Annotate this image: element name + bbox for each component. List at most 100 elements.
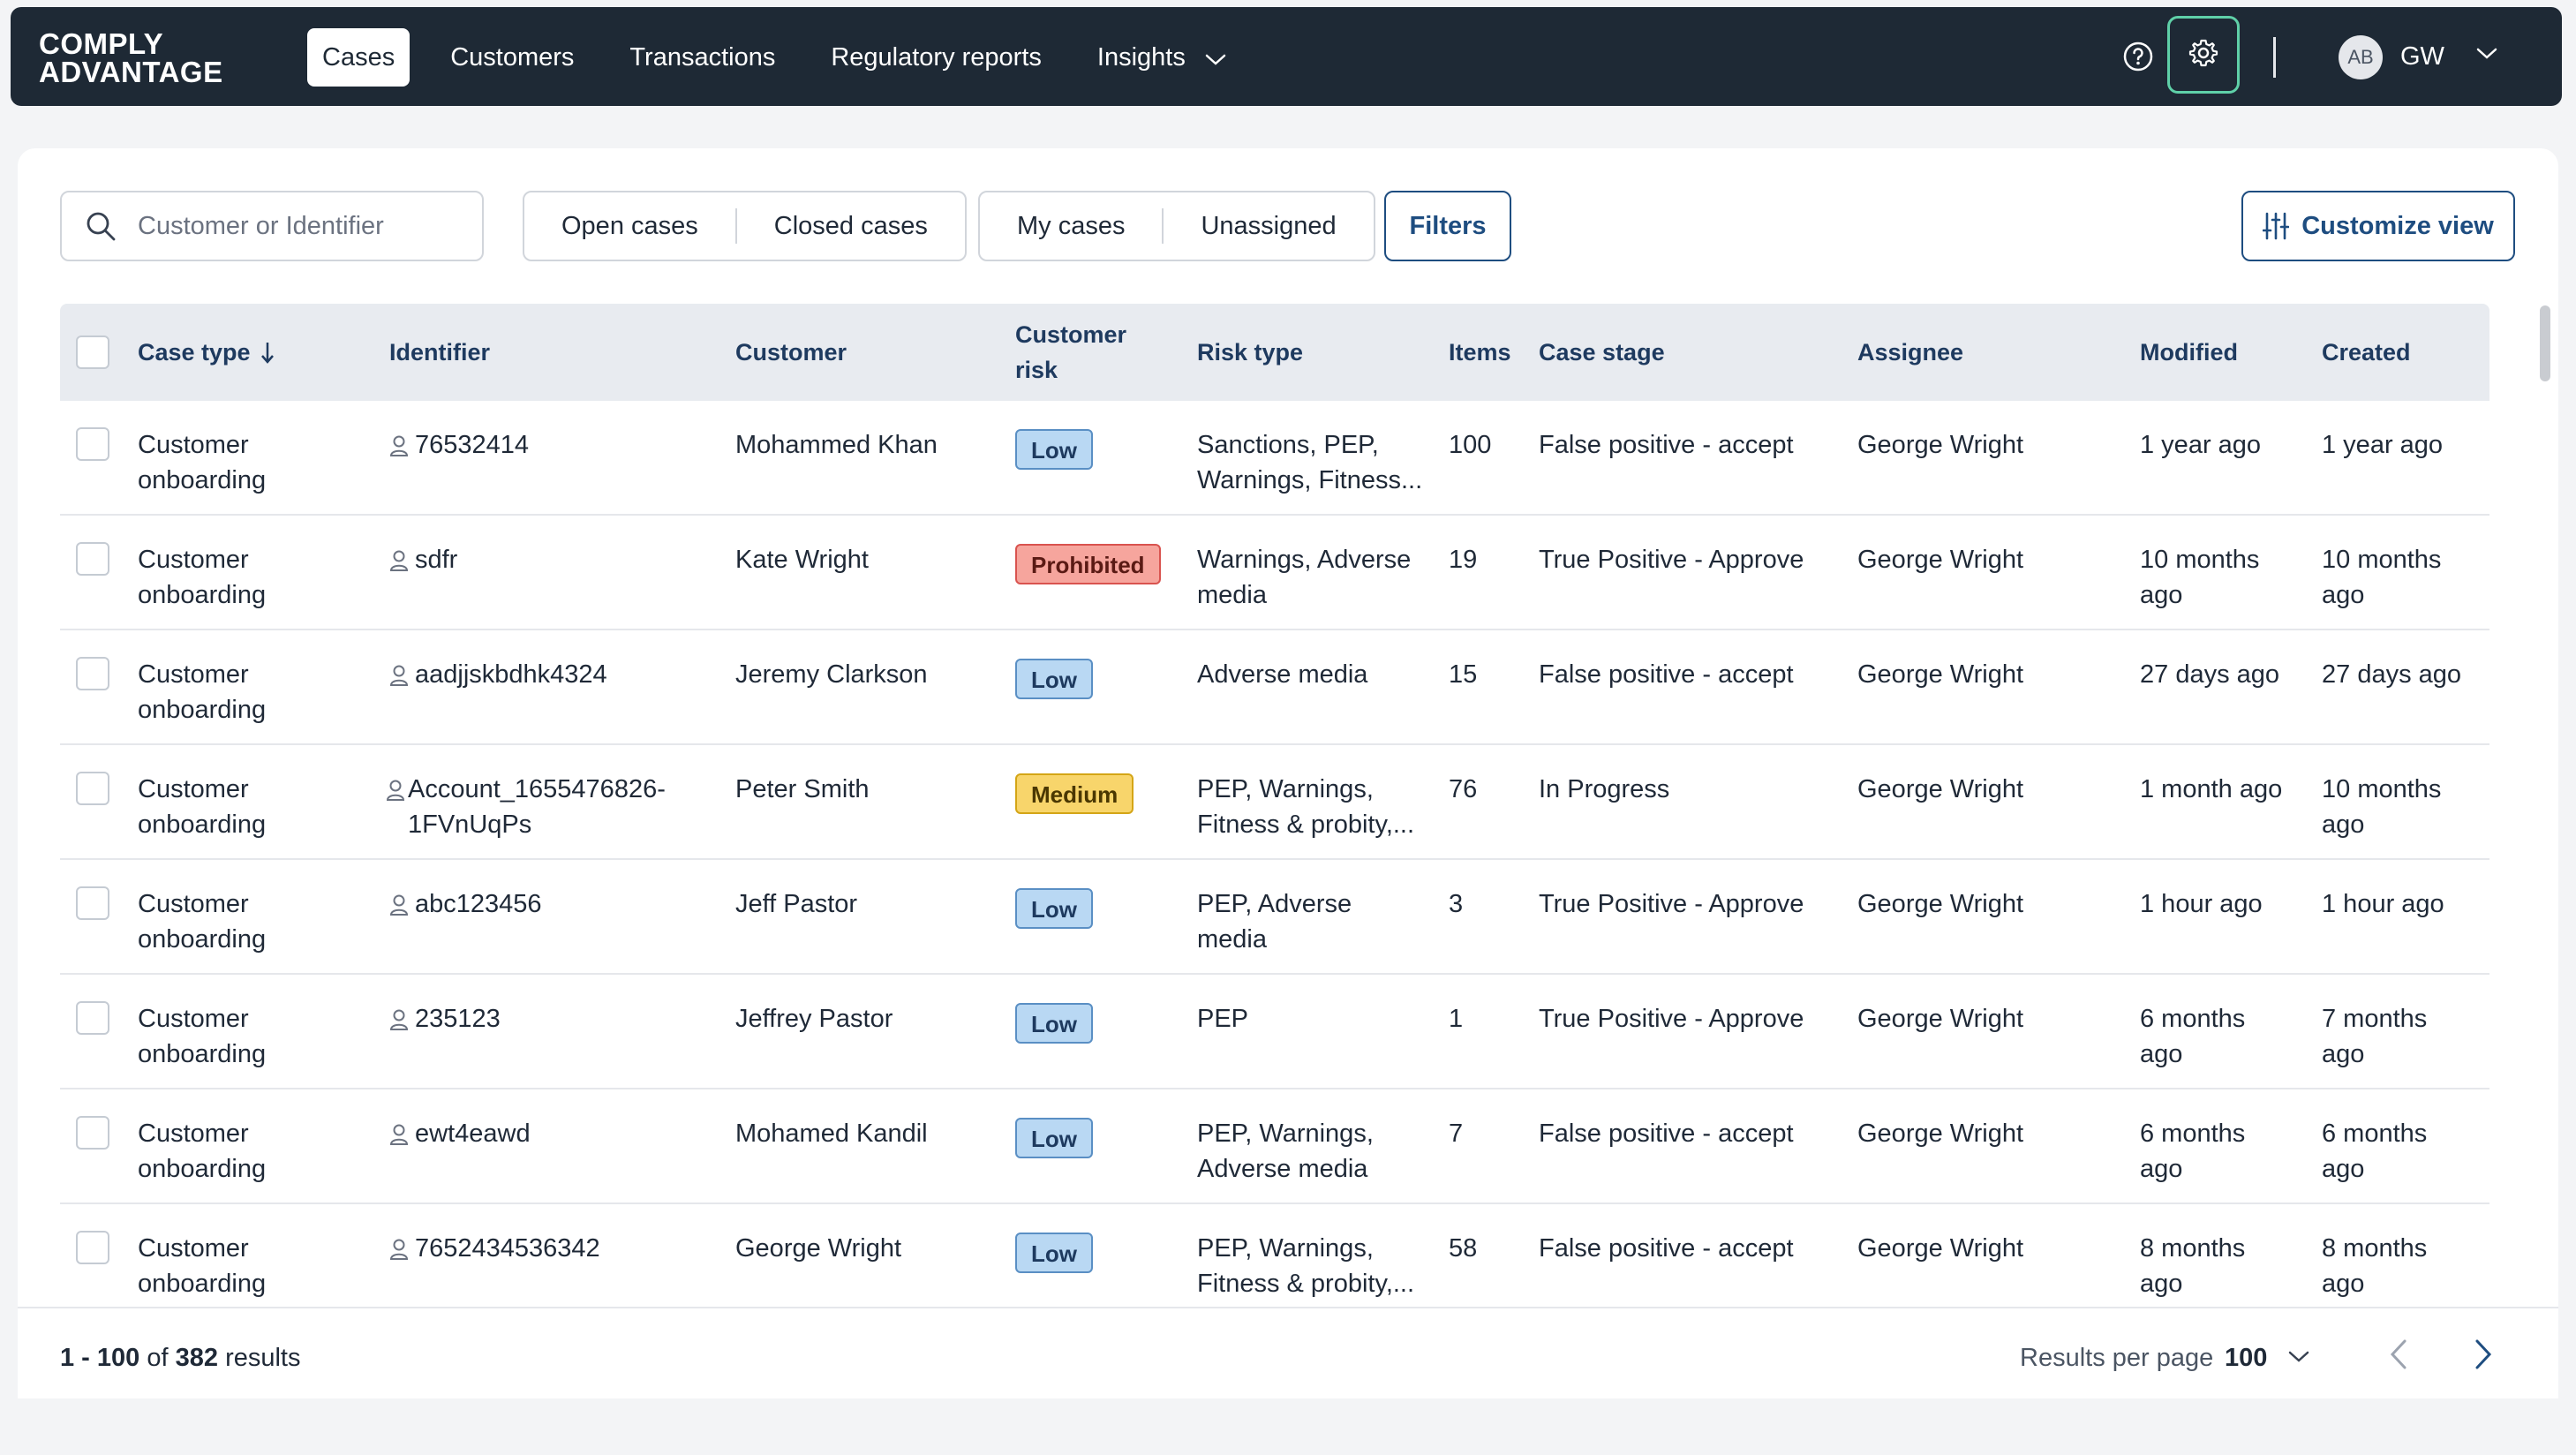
column-header-assignee[interactable]: Assignee	[1857, 335, 1963, 370]
person-icon	[389, 664, 409, 691]
nav-item-regulatory-reports[interactable]: Regulatory reports	[816, 28, 1057, 87]
row-checkbox[interactable]	[76, 427, 109, 461]
column-header-items[interactable]: Items	[1449, 335, 1511, 370]
risk-type-cell-line: PEP, Warnings,	[1197, 1234, 1374, 1263]
tab-open-cases[interactable]: Open cases	[524, 212, 735, 241]
previous-page-button[interactable]	[2389, 1338, 2408, 1375]
chevron-down-icon[interactable]	[2288, 1351, 2309, 1368]
risk-badge: Low	[1015, 1233, 1093, 1273]
risk-type-cell-line: PEP	[1197, 1005, 1249, 1033]
items-count-cell: 58	[1449, 1234, 1478, 1263]
assignee-cell: George Wright	[1857, 1234, 2024, 1263]
avatar[interactable]: AB	[2339, 35, 2383, 79]
table-row[interactable]: Customer onboarding Account_1655476826- 1FV…	[60, 745, 2489, 860]
column-header-customer-risk-line1: Customer	[1015, 321, 1127, 348]
case-type-cell-line: onboarding	[138, 696, 267, 724]
results-per-page-label: Results per page	[2020, 1344, 2214, 1372]
row-checkbox[interactable]	[76, 772, 109, 805]
table-row[interactable]: Customer onboarding aadjjskbdhk4324 Jeremy …	[60, 630, 2489, 745]
risk-type-cell: PEP, Warnings, Fitness & probity,...	[1197, 772, 1414, 842]
created-cell-line: 6 months	[2322, 1120, 2428, 1148]
row-checkbox[interactable]	[76, 886, 109, 920]
person-icon	[389, 1123, 409, 1150]
case-type-cell-line: Customer	[138, 890, 249, 918]
next-page-button[interactable]	[2474, 1338, 2493, 1375]
identifier-cell-line: abc123456	[415, 890, 542, 918]
row-checkbox[interactable]	[76, 657, 109, 690]
identifier-cell-line: aadjjskbdhk4324	[415, 660, 607, 689]
case-stage-cell: In Progress	[1539, 775, 1670, 803]
customize-view-button[interactable]: Customize view	[2241, 191, 2515, 261]
results-per-page-select[interactable]: 100	[2225, 1344, 2267, 1373]
tab-unassigned[interactable]: Unassigned	[1164, 212, 1373, 241]
tab-my-cases[interactable]: My cases	[980, 212, 1162, 241]
column-header-customer[interactable]: Customer	[735, 335, 847, 370]
table-row[interactable]: Customer onboarding sdfr Kate Wright Prohibi…	[60, 516, 2489, 630]
risk-type-cell: PEP	[1197, 1001, 1248, 1037]
help-icon[interactable]	[2122, 41, 2154, 72]
sliders-icon	[2263, 212, 2290, 240]
table-row[interactable]: Customer onboarding 235123 Jeffrey Pastor Lo…	[60, 975, 2489, 1089]
table-row[interactable]: Customer onboarding ewt4eawd Mohamed Kandil…	[60, 1089, 2489, 1204]
modified-cell: 10 months ago	[2140, 542, 2259, 613]
case-type-cell: Customer onboarding	[138, 1116, 266, 1187]
case-type-cell: Customer onboarding	[138, 772, 266, 842]
row-checkbox[interactable]	[76, 1001, 109, 1035]
case-type-cell: Customer onboarding	[138, 1001, 266, 1072]
gear-icon	[2188, 38, 2218, 72]
table-row[interactable]: Customer onboarding 76532414 Mohammed Khan L…	[60, 401, 2489, 516]
column-header-modified[interactable]: Modified	[2140, 335, 2238, 370]
risk-type-cell: PEP, Warnings, Fitness & probity,...	[1197, 1231, 1414, 1301]
risk-type-cell-line: Sanctions, PEP,	[1197, 431, 1379, 459]
assignee-cell: George Wright	[1857, 890, 2024, 918]
user-initials[interactable]: GW	[2400, 42, 2444, 72]
table-footer: 1 - 100 of 382 results Results per page …	[18, 1307, 2558, 1398]
chevron-down-icon[interactable]	[2476, 48, 2497, 64]
created-cell: 1 hour ago	[2322, 886, 2444, 922]
column-header-created[interactable]: Created	[2322, 335, 2411, 370]
brand-logo-line1: COMPLY	[39, 27, 164, 60]
select-all-checkbox[interactable]	[76, 335, 109, 369]
case-stage-cell: True Positive - Approve	[1539, 1005, 1804, 1033]
modified-cell-line: ago	[2140, 581, 2183, 609]
filters-button[interactable]: Filters	[1384, 191, 1511, 261]
table-row[interactable]: Customer onboarding abc123456 Jeff Pastor Lo…	[60, 860, 2489, 975]
risk-badge: Prohibited	[1015, 544, 1161, 584]
column-header-customer-risk[interactable]: Customer risk	[1015, 317, 1126, 388]
risk-type-cell-line: Fitness & probity,...	[1197, 810, 1415, 839]
scrollbar-thumb[interactable]	[2540, 305, 2550, 381]
results-range: 1 - 100	[60, 1344, 140, 1372]
row-checkbox[interactable]	[76, 542, 109, 576]
created-cell: 1 year ago	[2322, 427, 2443, 463]
created-cell-line: 8 months	[2322, 1234, 2428, 1263]
modified-cell-line: 1 year ago	[2140, 431, 2262, 459]
search-input[interactable]	[136, 210, 475, 242]
modified-cell-line: 27 days ago	[2140, 660, 2280, 689]
case-stage-cell: False positive - accept	[1539, 1120, 1794, 1148]
column-header-case-stage[interactable]: Case stage	[1539, 335, 1665, 370]
modified-cell-line: 1 hour ago	[2140, 890, 2263, 918]
table-row[interactable]: Customer onboarding 7652434536342 George Wr…	[60, 1204, 2489, 1319]
risk-badge: Low	[1015, 1003, 1093, 1044]
nav-item-insights[interactable]: Insights	[1082, 28, 1241, 87]
column-header-risk-type[interactable]: Risk type	[1197, 335, 1303, 370]
modified-cell: 27 days ago	[2140, 657, 2279, 692]
assignee-cell: George Wright	[1857, 660, 2024, 689]
nav-item-cases[interactable]: Cases	[307, 28, 411, 87]
settings-button[interactable]	[2167, 16, 2240, 94]
column-header-case-type[interactable]: Case type	[138, 335, 275, 370]
nav-item-transactions[interactable]: Transactions	[614, 28, 790, 87]
search-box[interactable]	[60, 191, 484, 261]
identifier-cell-line: 235123	[415, 1005, 501, 1033]
column-header-identifier[interactable]: Identifier	[389, 335, 490, 370]
column-header-customer-risk-line2: risk	[1015, 357, 1058, 383]
row-checkbox[interactable]	[76, 1231, 109, 1264]
tab-closed-cases[interactable]: Closed cases	[737, 212, 965, 241]
cases-toolbar: Open cases Closed cases My cases Unassig…	[60, 191, 2515, 261]
modified-cell-line: 6 months	[2140, 1005, 2246, 1033]
chevron-down-icon	[1205, 29, 1226, 87]
row-checkbox[interactable]	[76, 1116, 109, 1150]
brand-logo[interactable]: COMPLY ADVANTAGE	[39, 27, 223, 87]
risk-type-cell-line: media	[1197, 925, 1267, 954]
nav-item-customers[interactable]: Customers	[435, 28, 589, 87]
